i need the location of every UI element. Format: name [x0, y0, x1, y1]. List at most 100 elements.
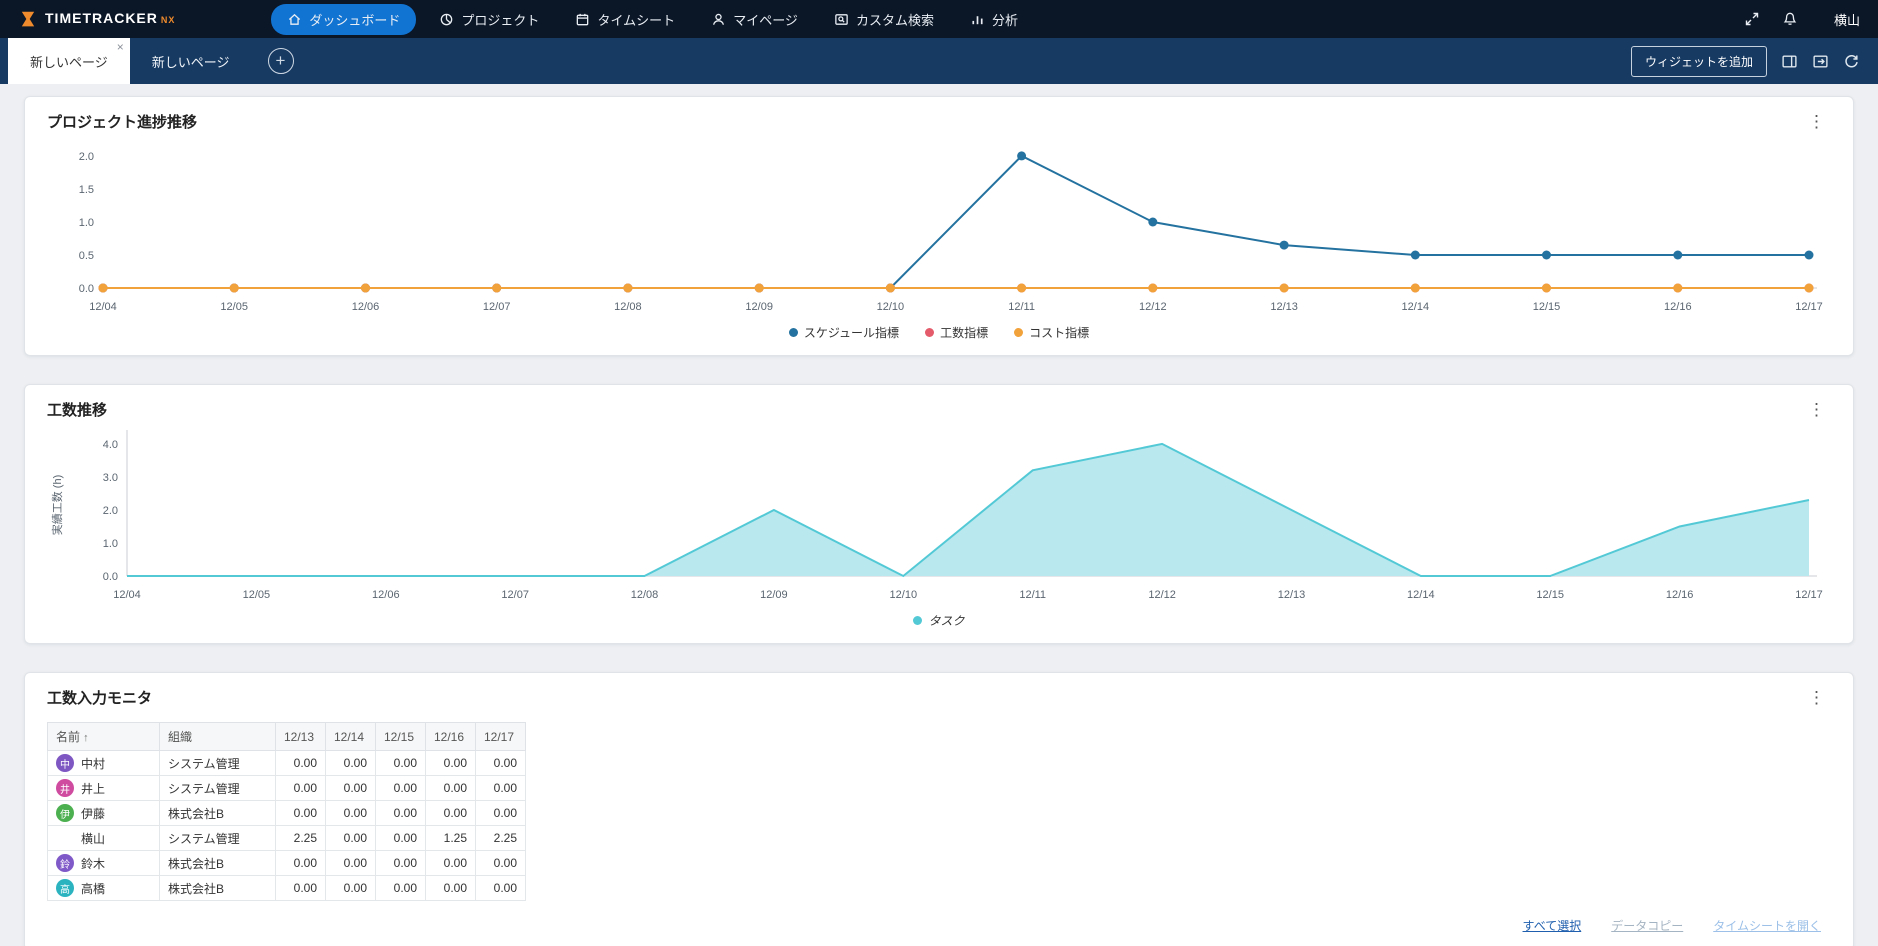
table-row[interactable]: 中中村 システム管理 0.00 0.00 0.00 0.00 0.00 [47, 750, 526, 776]
svg-text:12/10: 12/10 [890, 589, 918, 601]
effort-value-cell: 1.25 [425, 825, 476, 851]
column-header[interactable]: 12/14 [325, 722, 376, 751]
table-footer-links: すべて選択 データコピー タイムシートを開く [47, 901, 1831, 942]
nav-custom-search[interactable]: カスタム検索 [821, 5, 947, 34]
progress-chart-legend: スケジュール指標 工数指標 コスト指標 [47, 318, 1831, 347]
svg-text:12/05: 12/05 [243, 589, 271, 601]
member-name-cell: 井井上 [47, 775, 160, 801]
effort-value-cell: 0.00 [425, 775, 476, 801]
data-copy-link[interactable]: データコピー [1611, 917, 1683, 934]
analysis-icon [972, 15, 983, 24]
card-title: 工数推移 [47, 402, 108, 419]
svg-text:12/12: 12/12 [1139, 301, 1167, 313]
table-row[interactable]: 伊伊藤 株式会社B 0.00 0.00 0.00 0.00 0.00 [47, 800, 526, 826]
progress-line-chart: 0.0 0.5 1.0 1.5 2.0 12/04 12/05 12/06 12/07 12/08… [47, 132, 1831, 318]
open-panel-icon [1813, 54, 1828, 68]
close-icon[interactable]: × [117, 41, 124, 53]
svg-text:12/15: 12/15 [1536, 589, 1564, 601]
open-panel-button[interactable] [1812, 53, 1829, 70]
avatar: 伊 [56, 804, 74, 822]
member-name-cell: 伊伊藤 [47, 800, 160, 826]
legend-item[interactable]: タスク [913, 612, 965, 629]
nav-mypage[interactable]: マイページ [698, 5, 811, 34]
brand-name: TIMETRACKER [45, 10, 158, 26]
effort-value-cell: 0.00 [375, 825, 426, 851]
nav-projects[interactable]: プロジェクト [426, 5, 552, 34]
svg-text:12/13: 12/13 [1270, 301, 1298, 313]
add-widget-button[interactable]: ウィジェットを追加 [1630, 45, 1767, 77]
effort-value-cell: 0.00 [275, 850, 326, 876]
nav-timesheet-label: タイムシート [597, 12, 676, 28]
tabbar-actions: ウィジェットを追加 [1630, 38, 1878, 84]
effort-value-cell: 2.25 [475, 825, 526, 851]
nav-timesheet[interactable]: タイムシート [562, 5, 688, 34]
effort-value-cell: 0.00 [275, 775, 326, 801]
svg-text:12/08: 12/08 [631, 589, 659, 601]
svg-text:12/08: 12/08 [614, 301, 642, 313]
avatar: 鈴 [56, 854, 74, 872]
user-menu[interactable]: 横山 [1834, 10, 1860, 29]
svg-text:12/04: 12/04 [89, 301, 117, 313]
column-header[interactable]: 12/15 [375, 722, 426, 751]
table-row[interactable]: 横山 システム管理 2.25 0.00 0.00 1.25 2.25 [47, 825, 526, 851]
select-all-link[interactable]: すべて選択 [1523, 917, 1582, 934]
refresh-button[interactable] [1843, 53, 1860, 70]
project-icon [441, 13, 453, 25]
member-name-cell: 高高橋 [47, 875, 160, 901]
effort-chart-legend: タスク [47, 606, 1831, 635]
svg-text:12/16: 12/16 [1666, 589, 1694, 601]
table-row[interactable]: 高高橋 株式会社B 0.00 0.00 0.00 0.00 0.00 [47, 875, 526, 901]
svg-text:12/15: 12/15 [1533, 301, 1561, 313]
svg-text:1.0: 1.0 [103, 538, 118, 550]
effort-value-cell: 0.00 [475, 850, 526, 876]
column-header[interactable]: 組織 [159, 722, 276, 751]
tab-new-page-2[interactable]: 新しいページ [130, 38, 252, 84]
svg-text:12/12: 12/12 [1148, 589, 1176, 601]
effort-value-cell: 0.00 [375, 750, 426, 776]
column-header[interactable]: 名前 ↑ [47, 722, 160, 751]
table-header-row: 名前 ↑ 組織 12/13 12/14 12/15 12/16 12/17 [47, 722, 526, 751]
svg-text:0.5: 0.5 [79, 250, 94, 262]
effort-value-cell: 0.00 [475, 750, 526, 776]
add-page-button[interactable]: + [267, 48, 294, 74]
fullscreen-button[interactable] [1744, 11, 1760, 27]
svg-text:12/07: 12/07 [501, 589, 529, 601]
column-header[interactable]: 12/17 [475, 722, 526, 751]
tab-new-page-1[interactable]: 新しいページ × [8, 38, 130, 84]
column-header[interactable]: 12/16 [425, 722, 476, 751]
legend-item[interactable]: コスト指標 [1014, 324, 1089, 341]
legend-item[interactable]: 工数指標 [925, 324, 988, 341]
svg-text:12/10: 12/10 [877, 301, 905, 313]
tab-label: 新しいページ [151, 54, 230, 70]
card-title: プロジェクト進捗推移 [47, 114, 198, 131]
layout-panel-button[interactable] [1781, 53, 1798, 70]
kebab-menu-icon[interactable]: ⋮ [1802, 401, 1831, 418]
svg-text:12/06: 12/06 [352, 301, 380, 313]
open-timesheet-link[interactable]: タイムシートを開く [1713, 917, 1821, 934]
svg-text:1.0: 1.0 [79, 217, 94, 229]
effort-value-cell: 0.00 [475, 875, 526, 901]
card-effort-input-monitor: 工数入力モニタ ⋮ 名前 ↑ 組織 12/13 12/14 12/15 12/16 12/1… [24, 672, 1854, 946]
kebab-menu-icon[interactable]: ⋮ [1802, 113, 1831, 130]
notifications-button[interactable] [1782, 11, 1798, 27]
effort-value-cell: 0.00 [325, 850, 376, 876]
table-row[interactable]: 鈴鈴木 株式会社B 0.00 0.00 0.00 0.00 0.00 [47, 850, 526, 876]
svg-text:12/04: 12/04 [113, 589, 141, 601]
page-tab-bar: 新しいページ × 新しいページ + ウィジェットを追加 [0, 38, 1878, 84]
column-header[interactable]: 12/13 [275, 722, 326, 751]
effort-value-cell: 0.00 [375, 875, 426, 901]
svg-text:12/09: 12/09 [760, 589, 788, 601]
effort-value-cell: 0.00 [325, 875, 376, 901]
legend-item[interactable]: スケジュール指標 [788, 324, 899, 341]
top-nav-bar: TIMETRACKER NX ダッシュボード プロジェクト タイムシート マイペ… [0, 0, 1878, 38]
kebab-menu-icon[interactable]: ⋮ [1802, 689, 1831, 706]
mypage-icon [713, 13, 725, 25]
legend-dot [913, 616, 923, 625]
table-row[interactable]: 井井上 システム管理 0.00 0.00 0.00 0.00 0.00 [47, 775, 526, 801]
nav-dashboard[interactable]: ダッシュボード [271, 3, 417, 35]
card-title: 工数入力モニタ [47, 690, 153, 707]
nav-mypage-label: マイページ [733, 12, 798, 28]
svg-text:1.5: 1.5 [79, 184, 94, 196]
effort-value-cell: 0.00 [425, 800, 476, 826]
nav-analysis[interactable]: 分析 [957, 5, 1031, 34]
